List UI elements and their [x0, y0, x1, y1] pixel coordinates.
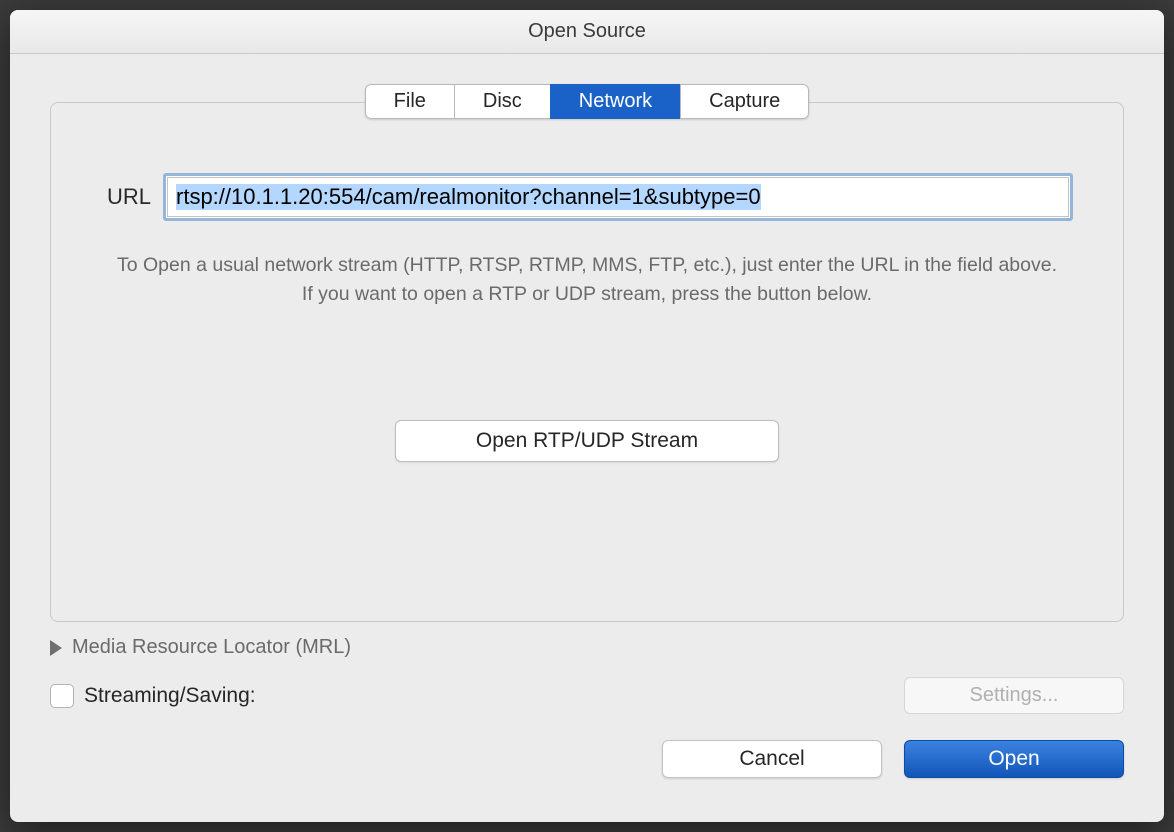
- tabs-container: File Disc Network Capture: [50, 84, 1124, 119]
- tab-file[interactable]: File: [365, 84, 454, 119]
- titlebar: Open Source: [10, 10, 1164, 54]
- bottom-section: Media Resource Locator (MRL) Streaming/S…: [50, 622, 1124, 778]
- window-title: Open Source: [528, 20, 646, 43]
- action-buttons: Cancel Open: [50, 740, 1124, 778]
- source-tabs: File Disc Network Capture: [365, 84, 810, 119]
- help-text: To Open a usual network stream (HTTP, RT…: [101, 251, 1073, 310]
- url-label: URL: [101, 184, 151, 210]
- streaming-saving-label: Streaming/Saving:: [84, 684, 256, 708]
- tab-capture[interactable]: Capture: [680, 84, 809, 119]
- url-input[interactable]: [167, 177, 1069, 217]
- streaming-row: Streaming/Saving: Settings...: [50, 677, 1124, 714]
- cancel-button[interactable]: Cancel: [662, 740, 882, 778]
- open-rtp-udp-button[interactable]: Open RTP/UDP Stream: [395, 420, 779, 462]
- network-panel: URL To Open a usual network stream (HTTP…: [50, 102, 1124, 622]
- mrl-label: Media Resource Locator (MRL): [72, 636, 351, 659]
- open-source-dialog: Open Source File Disc Network Capture UR…: [10, 10, 1164, 822]
- streaming-saving-checkbox[interactable]: [50, 684, 74, 708]
- url-row: URL: [101, 173, 1073, 221]
- disclosure-triangle-icon: [50, 640, 62, 656]
- mrl-disclosure[interactable]: Media Resource Locator (MRL): [50, 636, 1124, 659]
- tab-disc[interactable]: Disc: [454, 84, 550, 119]
- open-button[interactable]: Open: [904, 740, 1124, 778]
- settings-button: Settings...: [904, 677, 1124, 714]
- rtp-button-row: Open RTP/UDP Stream: [101, 420, 1073, 462]
- dialog-content: File Disc Network Capture URL To Open a …: [10, 54, 1164, 822]
- streaming-checkbox-group: Streaming/Saving:: [50, 684, 256, 708]
- tab-network[interactable]: Network: [550, 84, 680, 119]
- url-input-focus-ring: [163, 173, 1073, 221]
